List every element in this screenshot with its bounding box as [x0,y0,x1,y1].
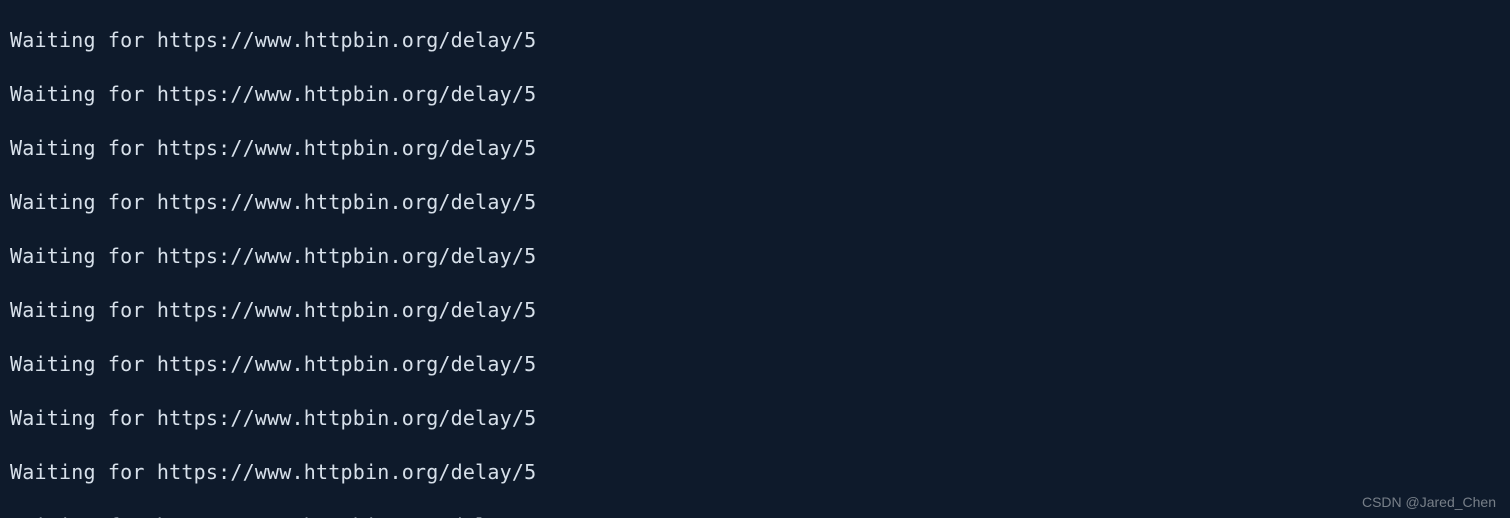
terminal-line: Waiting for https://www.httpbin.org/dela… [10,297,1500,324]
watermark-text: CSDN @Jared_Chen [1362,494,1496,510]
terminal-line: Waiting for https://www.httpbin.org/dela… [10,189,1500,216]
terminal-line: Waiting for https://www.httpbin.org/dela… [10,351,1500,378]
terminal-line: Waiting for https://www.httpbin.org/dela… [10,81,1500,108]
terminal-line: Waiting for https://www.httpbin.org/dela… [10,135,1500,162]
terminal-line: Waiting for https://www.httpbin.org/dela… [10,405,1500,432]
terminal-line: Waiting for https://www.httpbin.org/dela… [10,513,1500,518]
terminal-output: Waiting for https://www.httpbin.org/dela… [0,0,1510,518]
terminal-line: Waiting for https://www.httpbin.org/dela… [10,459,1500,486]
terminal-line: Waiting for https://www.httpbin.org/dela… [10,27,1500,54]
terminal-line: Waiting for https://www.httpbin.org/dela… [10,243,1500,270]
